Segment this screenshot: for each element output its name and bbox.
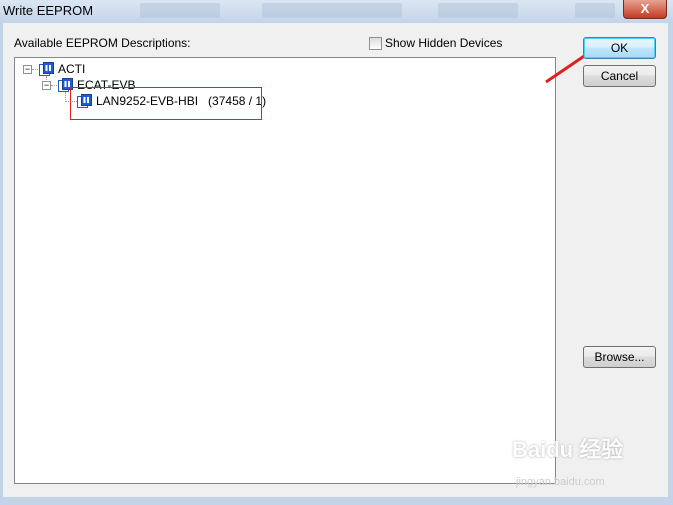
device-icon	[39, 62, 54, 76]
background-window-blur	[140, 3, 220, 18]
available-descriptions-label: Available EEPROM Descriptions:	[14, 36, 191, 50]
watermark-url: jingyan.baidu.com	[516, 476, 605, 488]
collapse-icon[interactable]: −	[42, 81, 51, 90]
show-hidden-checkbox[interactable]	[369, 37, 382, 50]
window-frame	[0, 497, 673, 505]
close-button[interactable]: X	[623, 0, 667, 19]
window-title: Write EEPROM	[3, 3, 94, 18]
tree-connector	[51, 85, 57, 86]
background-window-blur	[575, 3, 615, 18]
window-frame	[668, 23, 673, 505]
cancel-button[interactable]: Cancel	[583, 65, 656, 87]
show-hidden-label[interactable]: Show Hidden Devices	[385, 36, 502, 50]
eeprom-tree[interactable]: − ACTI − ECAT-EVB LAN9252-EVB-HBI (37458…	[14, 57, 556, 484]
highlight-annotation	[70, 87, 262, 120]
tree-item-acti[interactable]: ACTI	[39, 61, 85, 77]
watermark-logo: Baidu 经验	[512, 437, 624, 462]
browse-button[interactable]: Browse...	[583, 346, 656, 368]
tree-connector	[32, 69, 38, 70]
close-icon: X	[640, 1, 650, 16]
tree-item-label: ACTI	[58, 62, 86, 76]
title-bar[interactable]: Write EEPROM X	[0, 0, 673, 24]
collapse-icon[interactable]: −	[23, 65, 32, 74]
background-window-blur	[262, 3, 402, 18]
background-window-blur	[438, 3, 518, 18]
ok-button[interactable]: OK	[583, 37, 656, 59]
